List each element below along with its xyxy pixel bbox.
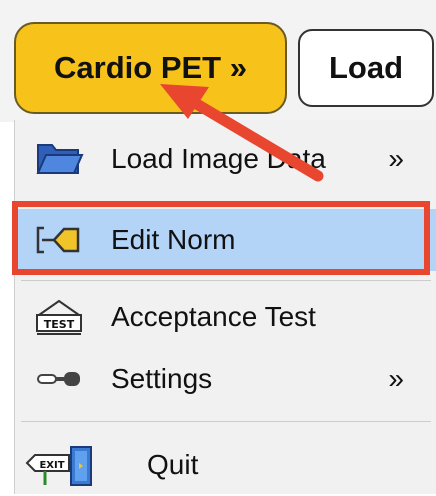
annotation-highlight-box xyxy=(12,201,430,275)
settings-icon xyxy=(33,357,85,401)
exit-icon: EXIT xyxy=(25,443,95,487)
menu-item-label: Quit xyxy=(147,449,199,480)
submenu-arrow: » xyxy=(388,143,404,174)
menu-separator xyxy=(21,280,431,281)
menu-item-acceptance-test[interactable]: TEST Acceptance Test xyxy=(15,286,436,348)
menu-item-load-image-data[interactable]: Load Image Data » xyxy=(15,128,436,190)
cardio-pet-button[interactable]: Cardio PET » xyxy=(14,22,287,114)
menu-item-label: Settings xyxy=(111,363,213,394)
test-icon: TEST xyxy=(33,295,85,339)
test-icon-text: TEST xyxy=(44,318,75,331)
menu-separator xyxy=(21,421,431,422)
cardio-pet-menu: Load Image Data » Edit Norm TEST Accepta… xyxy=(14,120,436,494)
menu-item-label: Load Image Data xyxy=(111,143,326,174)
menu-item-settings[interactable]: Settings » xyxy=(15,348,436,410)
menu-item-quit[interactable]: EXIT Quit xyxy=(15,434,436,496)
submenu-arrow: » xyxy=(388,363,404,394)
toolbar: Cardio PET » Load xyxy=(0,0,436,122)
menu-item-label: Acceptance Test xyxy=(111,301,316,332)
folder-icon xyxy=(33,137,85,181)
load-button[interactable]: Load xyxy=(298,29,434,107)
exit-icon-text: EXIT xyxy=(39,460,64,471)
